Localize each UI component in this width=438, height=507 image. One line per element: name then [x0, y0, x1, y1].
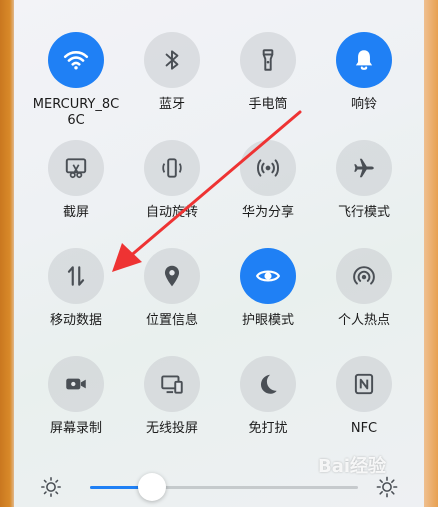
cast-icon: [161, 375, 183, 394]
airplane-mode-tile[interactable]: 飞行模式: [312, 140, 416, 244]
auto-rotate-toggle[interactable]: [144, 140, 200, 196]
airplane-mode-toggle[interactable]: [336, 140, 392, 196]
flashlight-icon: [262, 49, 274, 71]
ring-toggle[interactable]: [336, 32, 392, 88]
hotspot-tile[interactable]: 个人热点: [312, 248, 416, 352]
tile-label: 手电筒: [248, 97, 288, 112]
brightness-thumb[interactable]: [138, 473, 166, 501]
tile-label: 无线投屏: [145, 421, 198, 436]
tile-label: 蓝牙: [158, 97, 185, 112]
wireless-cast-toggle[interactable]: [144, 356, 200, 412]
screenshot-tile[interactable]: 截屏: [24, 140, 128, 244]
location-icon: [164, 265, 180, 287]
screen-record-icon: [66, 378, 86, 390]
tile-label: 护眼模式: [241, 313, 294, 328]
do-not-disturb-tile[interactable]: 免打扰: [216, 356, 320, 460]
rotate-icon: [162, 158, 182, 178]
flashlight-toggle[interactable]: [240, 32, 296, 88]
tile-label: 移动数据: [49, 313, 102, 328]
mobile-data-tile[interactable]: 移动数据: [24, 248, 128, 352]
moon-icon: [260, 374, 277, 394]
mobile-data-icon: [67, 266, 85, 286]
tile-label: 响铃: [350, 97, 377, 112]
huawei-share-toggle[interactable]: [240, 140, 296, 196]
huawei-share-tile[interactable]: 华为分享: [216, 140, 320, 244]
brightness-slider[interactable]: [90, 486, 358, 489]
wifi-icon: [63, 50, 89, 70]
screen-record-toggle[interactable]: [48, 356, 104, 412]
mobile-data-toggle[interactable]: [48, 248, 104, 304]
flashlight-tile[interactable]: 手电筒: [216, 32, 320, 136]
wifi-toggle[interactable]: [48, 32, 104, 88]
auto-rotate-tile[interactable]: 自动旋转: [120, 140, 224, 244]
sun-high-icon: [376, 476, 398, 498]
bluetooth-icon: [165, 50, 179, 70]
hotspot-icon: [353, 266, 375, 285]
tile-label: MERCURY_8C6C: [32, 97, 120, 128]
wireless-cast-tile[interactable]: 无线投屏: [120, 356, 224, 460]
eye-icon: [255, 270, 281, 282]
tile-label: 屏幕录制: [49, 421, 102, 436]
location-tile[interactable]: 位置信息: [120, 248, 224, 352]
location-toggle[interactable]: [144, 248, 200, 304]
tile-label: 截屏: [62, 205, 89, 220]
share-icon: [257, 159, 279, 177]
nfc-toggle[interactable]: [336, 356, 392, 412]
screenshot-toggle[interactable]: [48, 140, 104, 196]
ring-tile[interactable]: 响铃: [312, 32, 416, 136]
tile-label: 位置信息: [145, 313, 198, 328]
nfc-icon: [354, 373, 374, 395]
bluetooth-tile[interactable]: 蓝牙: [120, 32, 224, 136]
screenshot-icon: [65, 158, 87, 179]
tile-label: 自动旋转: [145, 205, 198, 220]
sun-low-icon: [41, 477, 61, 497]
watermark: Bai经验: [318, 456, 387, 477]
tile-label: 个人热点: [337, 313, 390, 328]
nfc-tile[interactable]: NFC: [312, 356, 416, 460]
tile-label: 飞行模式: [337, 205, 390, 220]
tile-label: 免打扰: [248, 421, 288, 436]
airplane-icon: [354, 158, 374, 178]
screen-record-tile[interactable]: 屏幕录制: [24, 356, 128, 460]
wifi-tile[interactable]: MERCURY_8C6C: [24, 32, 128, 136]
tile-label: NFC: [350, 421, 378, 436]
tile-label: 华为分享: [241, 205, 294, 220]
hotspot-toggle[interactable]: [336, 248, 392, 304]
eye-comfort-toggle[interactable]: [240, 248, 296, 304]
bell-icon: [355, 50, 373, 70]
do-not-disturb-toggle[interactable]: [240, 356, 296, 412]
bluetooth-toggle[interactable]: [144, 32, 200, 88]
eye-comfort-tile[interactable]: 护眼模式: [216, 248, 320, 352]
